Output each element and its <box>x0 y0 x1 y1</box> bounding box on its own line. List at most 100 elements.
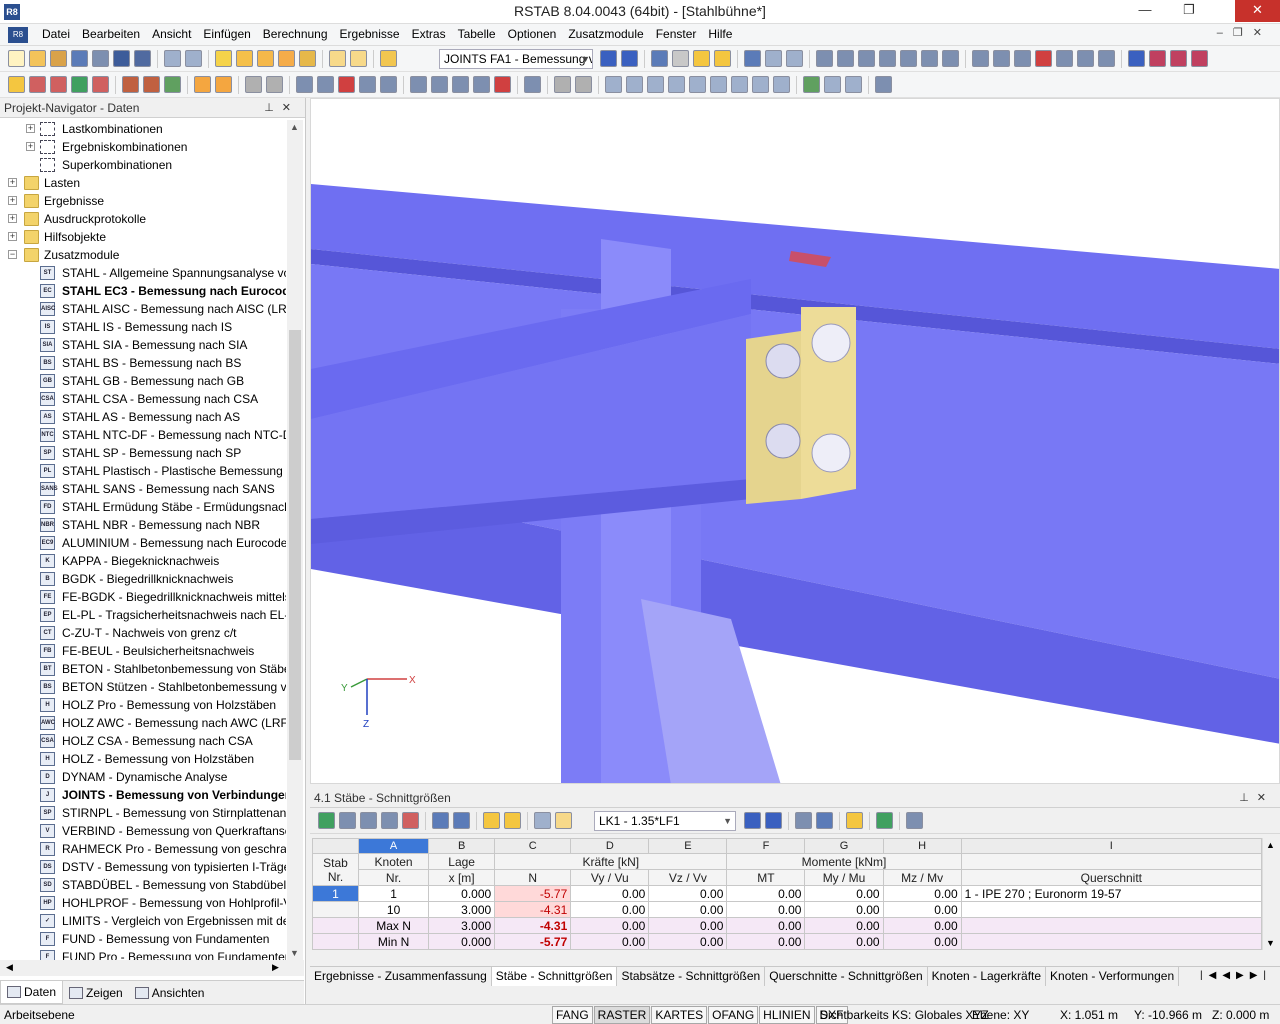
toolbar-tool-icon[interactable] <box>278 50 295 67</box>
tree-item[interactable]: IS STAHL IS - Bemessung nach IS <box>0 318 286 336</box>
tree-item[interactable]: + Ausdruckprotokolle <box>0 210 286 228</box>
toolbar-tool-icon[interactable] <box>668 76 685 93</box>
toggle-fang[interactable]: FANG <box>552 1006 593 1024</box>
tree-item[interactable]: AS STAHL AS - Bemessung nach AS <box>0 408 286 426</box>
cell-knoten[interactable]: 1 <box>358 885 430 902</box>
cell-querschnitt[interactable] <box>960 933 1263 950</box>
col-letter-d[interactable]: D <box>570 838 650 854</box>
toolbar-tool-icon[interactable] <box>71 50 88 67</box>
cell-mt[interactable]: 0.00 <box>726 901 806 918</box>
minimize-button[interactable]: — <box>1130 0 1160 22</box>
tree-item[interactable]: B BGDK - Biegedrillknicknachweis <box>0 570 286 588</box>
tree-item[interactable]: AISC STAHL AISC - Bemessung nach AISC (LR… <box>0 300 286 318</box>
toolbar-tool-icon[interactable] <box>1098 50 1115 67</box>
toolbar-tool-icon[interactable] <box>626 76 643 93</box>
cell-x[interactable]: 3.000 <box>428 917 496 934</box>
tree-item[interactable]: D DYNAM - Dynamische Analyse <box>0 768 286 786</box>
tree-item[interactable]: FE FE-BGDK - Biegedrillknicknachweis mitt… <box>0 588 286 606</box>
maximize-button[interactable]: ❐ <box>1174 0 1204 22</box>
toolbar-tool-icon[interactable] <box>942 50 959 67</box>
tree-item[interactable]: FD STAHL Ermüdung Stäbe - Ermüdungsnach <box>0 498 286 516</box>
cell-n[interactable]: -4.31 <box>494 917 572 934</box>
tree-item[interactable]: BS BETON Stützen - Stahlbetonbemessung vc <box>0 678 286 696</box>
toolbar-tool-icon[interactable] <box>1077 50 1094 67</box>
tab-stabsaetze-schnittgroessen[interactable]: Stabsätze - Schnittgrößen <box>617 967 766 986</box>
scroll-down-icon[interactable]: ▼ <box>1266 938 1275 948</box>
cell-x[interactable]: 3.000 <box>428 901 496 918</box>
tree-item[interactable]: − Zusatzmodule <box>0 246 286 264</box>
toolbar-tool-icon[interactable] <box>972 50 989 67</box>
cell-n[interactable]: -4.31 <box>494 901 572 918</box>
toolbar-tool-icon[interactable] <box>113 50 130 67</box>
cell-vz[interactable]: 0.00 <box>648 917 728 934</box>
tree-item[interactable]: + Ergebnisse <box>0 192 286 210</box>
toolbar-tool-icon[interactable] <box>1191 50 1208 67</box>
toolbar-tool-icon[interactable] <box>8 76 25 93</box>
tab-ansichten[interactable]: Ansichten <box>129 981 211 1004</box>
scroll-up-icon[interactable]: ▲ <box>290 122 299 132</box>
table-toolbar-tool-icon[interactable] <box>381 812 398 829</box>
table-toolbar-tool-icon[interactable] <box>360 812 377 829</box>
menu-item-11[interactable]: Hilfe <box>702 27 738 41</box>
tree-item[interactable]: BT BETON - Stahlbetonbemessung von Stäbe <box>0 660 286 678</box>
menu-item-7[interactable]: Tabelle <box>452 27 502 41</box>
cell-mt[interactable]: 0.00 <box>726 885 806 902</box>
table-toolbar-tool-icon[interactable] <box>534 812 551 829</box>
table-toolbar-tool-icon[interactable] <box>816 812 833 829</box>
toolbar-tool-icon[interactable] <box>605 76 622 93</box>
tree-item[interactable]: H HOLZ - Bemessung von Holzstäben <box>0 750 286 768</box>
col-letter-e[interactable]: E <box>648 838 728 854</box>
toolbar-tool-icon[interactable] <box>92 76 109 93</box>
cell-mt[interactable]: 0.00 <box>726 917 806 934</box>
navigator-hscrollbar[interactable]: ◀ ▶ <box>0 960 304 976</box>
cell-x[interactable]: 0.000 <box>428 933 496 950</box>
table-toolbar-tool-icon[interactable] <box>453 812 470 829</box>
expand-icon[interactable]: + <box>8 214 17 223</box>
expand-icon[interactable]: + <box>26 124 35 133</box>
toolbar-tool-icon[interactable] <box>29 50 46 67</box>
col-letter-c[interactable]: C <box>494 838 572 854</box>
tree-item[interactable]: BS STAHL BS - Bemessung nach BS <box>0 354 286 372</box>
table-toolbar-tool-icon[interactable] <box>318 812 335 829</box>
expand-icon[interactable]: + <box>8 178 17 187</box>
scroll-thumb[interactable] <box>289 330 301 760</box>
toolbar-tool-icon[interactable] <box>744 50 761 67</box>
toolbar-tool-icon[interactable] <box>473 76 490 93</box>
cell-vy[interactable]: 0.00 <box>570 917 650 934</box>
toolbar-tool-icon[interactable] <box>257 50 274 67</box>
cell-mz[interactable]: 0.00 <box>882 933 962 950</box>
toolbar-tool-icon[interactable] <box>651 50 668 67</box>
table-row[interactable]: 1 1 0.000 -5.77 0.00 0.00 0.00 0.00 0.00… <box>311 885 1263 902</box>
toolbar-tool-icon[interactable] <box>575 76 592 93</box>
cell-mz[interactable]: 0.00 <box>882 885 962 902</box>
toolbar-tool-icon[interactable] <box>879 50 896 67</box>
toolbar-tool-icon[interactable] <box>71 76 88 93</box>
menu-item-2[interactable]: Ansicht <box>146 27 197 41</box>
tree-item[interactable]: SANS STAHL SANS - Bemessung nach SANS <box>0 480 286 498</box>
tree-item[interactable]: Superkombinationen <box>0 156 286 174</box>
toolbar-tool-icon[interactable] <box>1035 50 1052 67</box>
toolbar-tool-icon[interactable] <box>296 76 313 93</box>
toolbar-tool-icon[interactable] <box>524 76 541 93</box>
tab-staebe-schnittgroessen[interactable]: Stäbe - Schnittgrößen <box>491 967 618 986</box>
toolbar-tool-icon[interactable] <box>824 76 841 93</box>
tree-item[interactable]: H HOLZ Pro - Bemessung von Holzstäben <box>0 696 286 714</box>
tree-item[interactable]: NTC STAHL NTC-DF - Bemessung nach NTC-D <box>0 426 286 444</box>
tree-item[interactable]: SP STAHL SP - Bemessung nach SP <box>0 444 286 462</box>
scroll-left-icon[interactable]: ◀ <box>6 962 13 973</box>
tree-item[interactable]: DS DSTV - Bemessung von typisierten I-Trä… <box>0 858 286 876</box>
menu-item-5[interactable]: Ergebnisse <box>334 27 406 41</box>
toolbar-tool-icon[interactable] <box>431 76 448 93</box>
table-row-min[interactable]: Min N 0.000 -5.77 0.00 0.00 0.00 0.00 0.… <box>311 933 1263 950</box>
col-letter-b[interactable]: B <box>428 838 496 854</box>
cell-my[interactable]: 0.00 <box>804 885 884 902</box>
toolbar-tool-icon[interactable] <box>143 76 160 93</box>
tree-item[interactable]: + Hilfsobjekte <box>0 228 286 246</box>
toolbar-tool-icon[interactable] <box>29 76 46 93</box>
table-toolbar-tool-icon[interactable] <box>483 812 500 829</box>
tree-item[interactable]: FB FE-BEUL - Beulsicherheitsnachweis <box>0 642 286 660</box>
close-button[interactable]: ✕ <box>1235 0 1280 22</box>
cell-stab[interactable] <box>311 901 360 918</box>
toolbar-tool-icon[interactable] <box>647 76 664 93</box>
col-letter-f[interactable]: F <box>726 838 806 854</box>
